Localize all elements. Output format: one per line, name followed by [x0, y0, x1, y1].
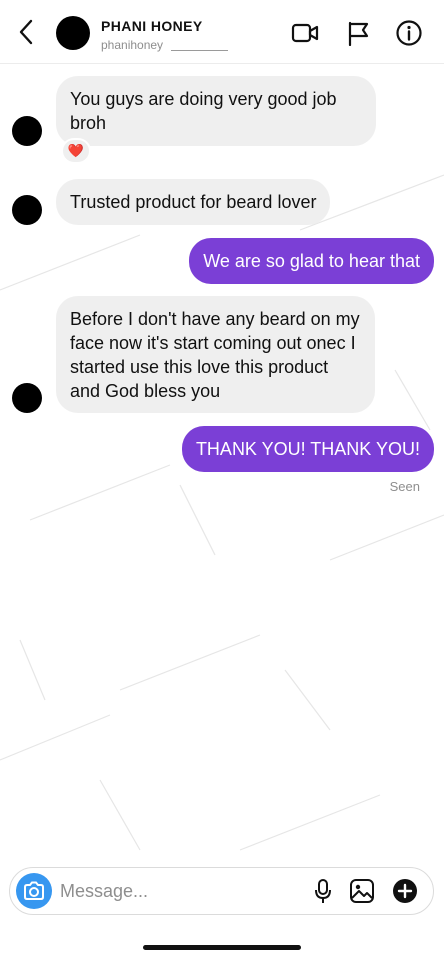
microphone-icon — [315, 879, 331, 903]
message-bubble-incoming[interactable]: You guys are doing very good job broh — [56, 76, 376, 146]
back-button[interactable] — [12, 18, 40, 46]
plus-icon — [393, 879, 417, 903]
gallery-button[interactable] — [347, 876, 377, 906]
message-bubble-outgoing[interactable]: We are so glad to hear that — [189, 238, 434, 284]
seen-status: Seen — [389, 479, 420, 494]
video-call-icon — [291, 23, 319, 43]
chat-header: PHANI HONEY phanihoney — [0, 0, 444, 64]
reaction-badge[interactable]: ❤️ — [61, 138, 91, 164]
back-icon — [19, 19, 33, 45]
info-icon — [396, 20, 422, 46]
gallery-icon — [350, 879, 374, 903]
contact-name[interactable]: PHANI HONEY — [101, 18, 203, 34]
heart-reaction-icon: ❤️ — [67, 143, 85, 158]
more-actions-button[interactable] — [390, 876, 420, 906]
voice-message-button[interactable] — [308, 876, 338, 906]
username-underline — [171, 50, 228, 51]
sender-avatar[interactable] — [12, 383, 42, 413]
message-bubble-incoming[interactable]: Trusted product for beard lover — [56, 179, 331, 225]
flag-button[interactable] — [343, 18, 373, 48]
sender-avatar[interactable] — [12, 195, 42, 225]
camera-button[interactable] — [16, 873, 52, 909]
video-call-button[interactable] — [290, 18, 320, 48]
home-indicator[interactable] — [143, 945, 301, 950]
contact-avatar[interactable] — [56, 16, 90, 50]
message-input[interactable] — [60, 874, 300, 908]
camera-icon — [24, 881, 44, 900]
sender-avatar[interactable] — [12, 116, 42, 146]
message-composer — [9, 867, 434, 915]
message-bubble-incoming[interactable]: Before I don't have any beard on my face… — [56, 296, 375, 413]
message-bubble-outgoing[interactable]: THANK YOU! THANK YOU! — [181, 426, 434, 472]
info-button[interactable] — [394, 18, 424, 48]
flag-icon — [348, 21, 369, 46]
contact-username: phanihoney — [101, 38, 164, 52]
